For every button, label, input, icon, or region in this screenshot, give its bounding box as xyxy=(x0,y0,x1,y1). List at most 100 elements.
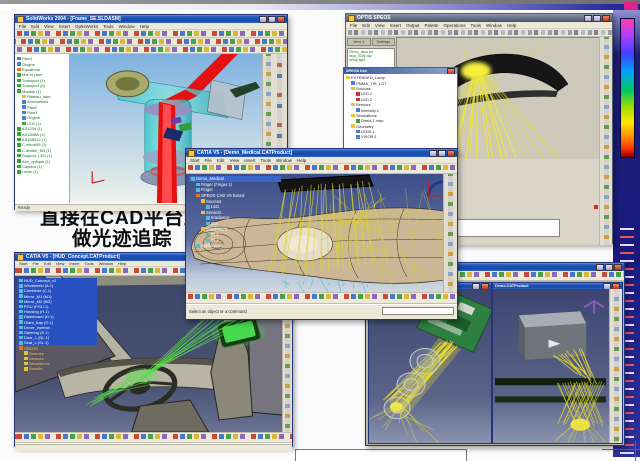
seat xyxy=(211,335,253,420)
tree-item-icon xyxy=(206,205,210,209)
menu-item[interactable]: Help xyxy=(507,23,516,28)
file-list-item[interactable]: setup.light xyxy=(349,58,393,62)
menu-item[interactable]: Palette xyxy=(425,23,439,28)
menu-item[interactable]: View xyxy=(230,158,240,163)
tree-item[interactable]: VISOR.1 xyxy=(344,134,457,139)
menu-item[interactable]: File xyxy=(350,23,357,28)
panel-tab[interactable]: View 1 xyxy=(347,38,371,46)
tree-item-icon xyxy=(17,132,21,136)
bottom-text-box xyxy=(295,449,467,461)
toolbar-row[interactable] xyxy=(186,164,457,174)
toolbar-row[interactable] xyxy=(15,46,287,54)
optis-titlebar[interactable]: OPTIS SPEOS xyxy=(346,14,612,22)
speos-tree: EXTENDED_Lamp PMMA_TIR_LGT Sources LED.1… xyxy=(344,74,457,140)
panel-tab[interactable]: Settings xyxy=(372,38,396,46)
toolbar-row[interactable] xyxy=(15,30,287,38)
app-icon xyxy=(188,150,195,157)
maximize-icon[interactable] xyxy=(605,264,613,271)
bottom-toolbar[interactable] xyxy=(15,432,292,443)
tree-item[interactable]: Results xyxy=(17,366,97,371)
menu-item[interactable]: OptisWorks xyxy=(75,24,98,29)
menu-item[interactable]: Tools xyxy=(471,23,482,28)
menu-item[interactable]: View xyxy=(375,23,385,28)
maximize-icon[interactable] xyxy=(593,15,601,22)
medical-viewport[interactable]: Demo_Medical Finger (Finger.1) Finger SP… xyxy=(186,174,457,292)
tree-item-icon xyxy=(19,289,23,293)
menu-item[interactable]: Edit xyxy=(31,24,39,29)
tree-item-icon xyxy=(19,310,23,314)
compass-icon[interactable] xyxy=(584,301,604,313)
right-toolbar-strip[interactable] xyxy=(443,174,457,292)
tree-item-icon xyxy=(351,103,355,107)
catia-titlebar[interactable]: CATIA V5 - [Demo_Medical.CATProduct] xyxy=(186,149,457,157)
menu-item[interactable]: Window xyxy=(486,23,502,28)
menu-item[interactable]: File xyxy=(32,261,38,266)
scrollbar-strip[interactable] xyxy=(599,37,612,245)
minimize-icon[interactable] xyxy=(596,264,604,271)
menu-item[interactable]: View xyxy=(56,261,65,266)
tree-item[interactable]: Applications xyxy=(189,243,281,249)
minimize-icon[interactable] xyxy=(584,15,592,22)
maximize-icon[interactable] xyxy=(268,16,276,23)
toolbar-row[interactable] xyxy=(346,29,612,37)
tree-item-icon xyxy=(206,222,210,226)
maximize-icon[interactable] xyxy=(438,150,446,157)
menu-item[interactable]: File xyxy=(19,24,26,29)
tree-item-icon xyxy=(24,351,28,355)
solidworks-titlebar[interactable]: SolidWorks 2004 - [Frame_SE.SLDASM] xyxy=(15,15,287,23)
tree-item-icon xyxy=(351,87,355,91)
catia-medical-window: CATIA V5 - [Demo_Medical.CATProduct] Sta… xyxy=(185,148,458,320)
tree-item-icon xyxy=(356,92,360,96)
menu-item[interactable]: Insert xyxy=(59,24,70,29)
bottom-toolbar[interactable] xyxy=(186,292,457,304)
tree-item-icon xyxy=(17,165,21,169)
tree-item-icon xyxy=(17,57,21,61)
menu-item[interactable]: Insert xyxy=(244,158,255,163)
minimize-icon[interactable] xyxy=(259,16,267,23)
menu-item[interactable]: Tools xyxy=(84,261,93,266)
menu-item[interactable]: Operations xyxy=(444,23,466,28)
record-icon[interactable] xyxy=(594,205,598,209)
menu-item[interactable]: Window xyxy=(276,158,292,163)
menu-item[interactable]: Edit xyxy=(217,158,225,163)
tree-item-icon xyxy=(196,188,200,192)
menu-item[interactable]: Edit xyxy=(362,23,370,28)
close-icon[interactable] xyxy=(602,15,610,22)
menu-item[interactable]: Insert xyxy=(390,23,401,28)
viewport-toolbar-strip[interactable] xyxy=(609,289,622,443)
slide: SolidWorks 2004 - [Frame_SE.SLDASM] File… xyxy=(0,0,640,461)
close-icon[interactable] xyxy=(277,16,285,23)
toolbar-row[interactable] xyxy=(15,38,287,46)
menu-item[interactable]: File xyxy=(205,158,212,163)
menu-item[interactable]: Output xyxy=(406,23,420,28)
tree-item[interactable]: Lame (1) xyxy=(15,169,69,174)
tree-item-icon xyxy=(17,138,21,142)
projector-viewport[interactable] xyxy=(493,289,622,443)
menu-item[interactable]: Window xyxy=(119,24,135,29)
command-field[interactable] xyxy=(382,307,454,315)
status-text: Select an object or a command xyxy=(189,309,247,314)
menu-item[interactable]: Help xyxy=(140,24,149,29)
minimize-icon[interactable] xyxy=(429,150,437,157)
tree-item-icon xyxy=(19,320,23,324)
menu-item[interactable]: Tools xyxy=(261,158,272,163)
menu-item[interactable]: Edit xyxy=(44,261,51,266)
status-bar xyxy=(15,443,292,451)
menu-item[interactable]: Insert xyxy=(69,261,79,266)
menu-item[interactable]: Window xyxy=(99,261,113,266)
tree-item-icon xyxy=(17,68,21,72)
feature-tree: Plan1 Origine Equations Mat et plan Tran… xyxy=(15,54,70,203)
close-icon[interactable] xyxy=(614,264,622,271)
tree-item-icon xyxy=(346,76,350,80)
menu-item[interactable]: View xyxy=(44,24,54,29)
menu-item[interactable]: Help xyxy=(297,158,306,163)
menu-item[interactable]: Tools xyxy=(103,24,114,29)
menu-item[interactable]: Start xyxy=(19,261,27,266)
menu-item[interactable]: Start xyxy=(190,158,200,163)
menu-item[interactable]: Help xyxy=(118,261,126,266)
tree-item-icon xyxy=(22,105,26,109)
tree-item-icon xyxy=(356,119,360,123)
close-icon[interactable] xyxy=(447,68,455,74)
close-icon[interactable] xyxy=(447,150,455,157)
tree-item-icon xyxy=(19,294,23,298)
